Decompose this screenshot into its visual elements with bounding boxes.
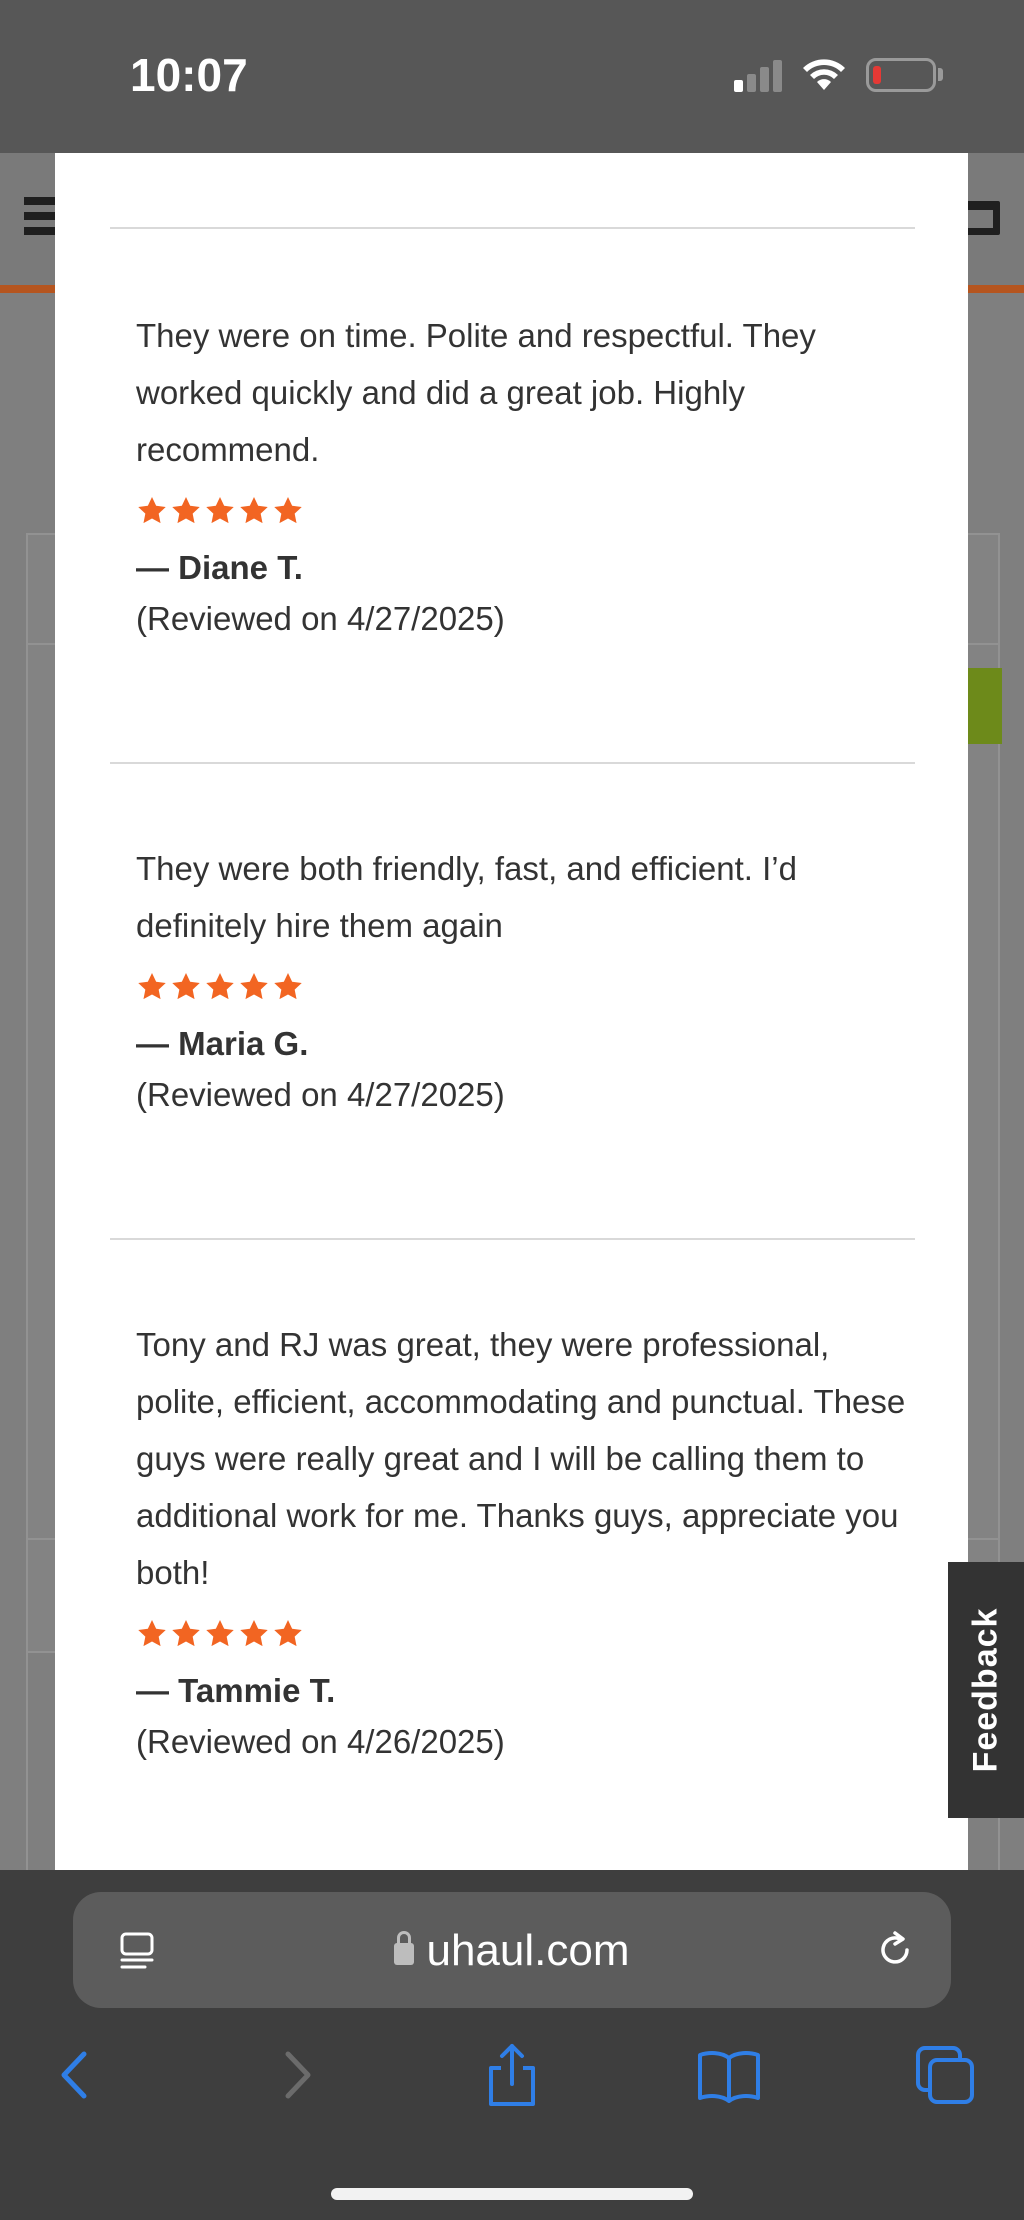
star-icon: [240, 1620, 268, 1647]
review-divider: [110, 762, 915, 764]
review-date: (Reviewed on 4/26/2025): [136, 1723, 505, 1760]
status-time: 10:07: [130, 49, 248, 101]
review-item: They were on time. Polite and respectful…: [136, 307, 916, 647]
review-date: (Reviewed on 4/27/2025): [136, 1076, 505, 1113]
share-icon[interactable]: [477, 2040, 547, 2110]
star-rating: [136, 971, 916, 1007]
reviewer-name: — Diane T.: [136, 549, 303, 586]
back-icon[interactable]: [40, 2040, 110, 2110]
star-icon: [206, 973, 234, 1000]
hamburger-menu-icon: [24, 197, 58, 241]
signal-icon: [734, 58, 784, 92]
star-icon: [240, 973, 268, 1000]
address-bar[interactable]: uhaul.com: [73, 1892, 951, 2008]
star-icon: [172, 497, 200, 524]
star-icon: [274, 1620, 302, 1647]
bookmarks-icon[interactable]: [694, 2040, 764, 2110]
star-icon: [274, 497, 302, 524]
review-text: They were on time. Polite and respectful…: [136, 317, 816, 468]
tabs-icon[interactable]: [910, 2040, 980, 2110]
star-icon: [138, 1620, 166, 1647]
background-green-button: [966, 668, 1002, 744]
star-icon: [240, 497, 268, 524]
browser-toolbar: uhaul.com: [0, 1870, 1024, 2220]
reviewer-name: — Maria G.: [136, 1025, 309, 1062]
url-text: uhaul.com: [426, 1926, 630, 1975]
lock-icon: [394, 1931, 415, 1965]
star-icon: [138, 497, 166, 524]
star-icon: [206, 497, 234, 524]
review-text: Tony and RJ was great, they were profess…: [136, 1326, 906, 1591]
review-text: They were both friendly, fast, and effic…: [136, 850, 797, 944]
review-divider: [110, 227, 915, 229]
star-icon: [274, 973, 302, 1000]
review-item: They were both friendly, fast, and effic…: [136, 840, 916, 1123]
star-rating: [136, 495, 916, 531]
star-icon: [206, 1620, 234, 1647]
forward-icon[interactable]: [262, 2040, 332, 2110]
review-date: (Reviewed on 4/27/2025): [136, 600, 505, 637]
star-rating: [136, 1618, 916, 1654]
reload-icon[interactable]: [873, 1928, 917, 1972]
feedback-label: Feedback: [966, 1607, 1005, 1773]
review-divider: [110, 1238, 915, 1240]
home-indicator[interactable]: [331, 2188, 693, 2200]
review-item: Tony and RJ was great, they were profess…: [136, 1316, 916, 1770]
wifi-icon: [803, 59, 845, 90]
battery-icon: [866, 58, 936, 92]
feedback-tab[interactable]: Feedback: [948, 1562, 1024, 1818]
star-icon: [172, 1620, 200, 1647]
status-bar: 10:07: [0, 0, 1024, 153]
reviews-modal: They were on time. Polite and respectful…: [55, 153, 968, 1870]
star-icon: [172, 973, 200, 1000]
star-icon: [138, 973, 166, 1000]
reviewer-name: — Tammie T.: [136, 1672, 336, 1709]
url-display[interactable]: uhaul.com: [73, 1926, 951, 1976]
